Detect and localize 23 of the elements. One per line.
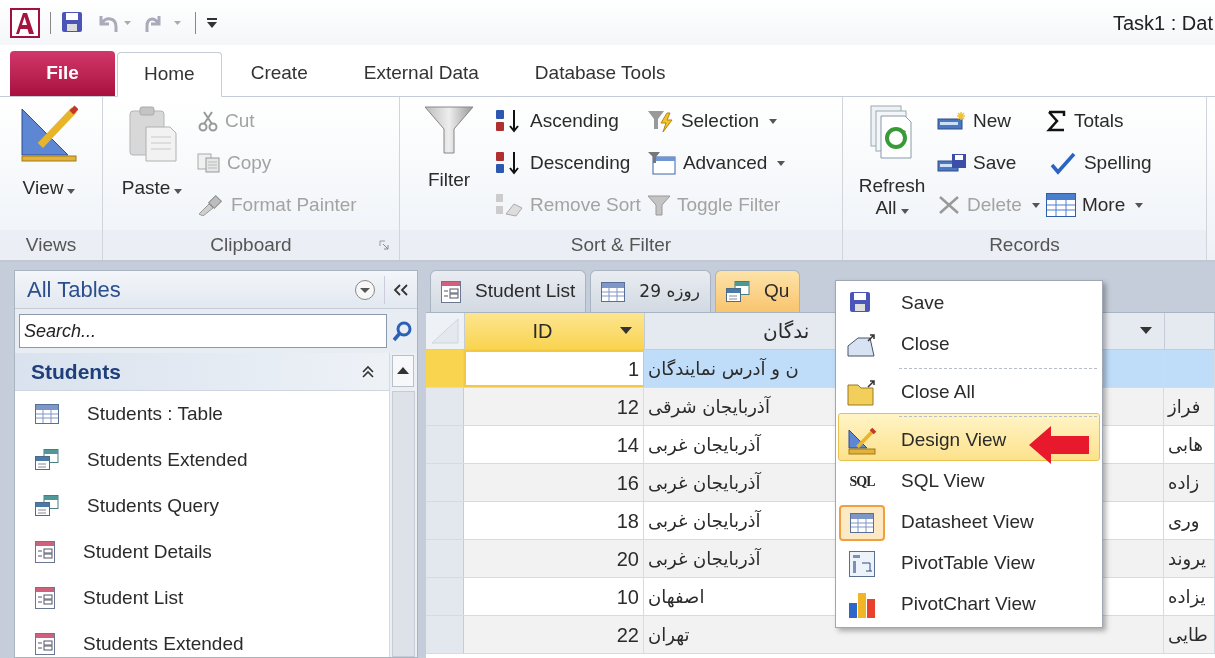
group-label: Records — [989, 232, 1060, 257]
table-cell: 18 — [464, 502, 644, 539]
table-cell: 1 — [464, 350, 644, 387]
table-cell: 10 — [464, 578, 644, 615]
table-cell: یروند — [1164, 540, 1215, 577]
group-label: Students — [31, 358, 122, 385]
table-cell: یزاده — [1164, 578, 1215, 615]
group-label: Sort & Filter — [570, 232, 672, 257]
table-cell: زاده — [1164, 464, 1215, 501]
table-cell: 14 — [464, 426, 644, 463]
pane-title: All Tables — [27, 276, 122, 304]
table-cell: 20 — [464, 540, 644, 577]
table-cell: هابی — [1164, 426, 1215, 463]
table-cell: 16 — [464, 464, 644, 501]
window-title: Task1 : Dat — [1112, 10, 1214, 36]
table-cell: وری — [1164, 502, 1215, 539]
group-label: Clipboard — [210, 232, 292, 257]
group-label: Views — [25, 232, 77, 257]
sql-icon: SQL — [849, 471, 875, 492]
table-cell: 12 — [464, 388, 644, 425]
table-cell: 22 — [464, 616, 644, 653]
table-cell: طایی — [1164, 616, 1215, 653]
table-cell: فراز — [1164, 388, 1215, 425]
